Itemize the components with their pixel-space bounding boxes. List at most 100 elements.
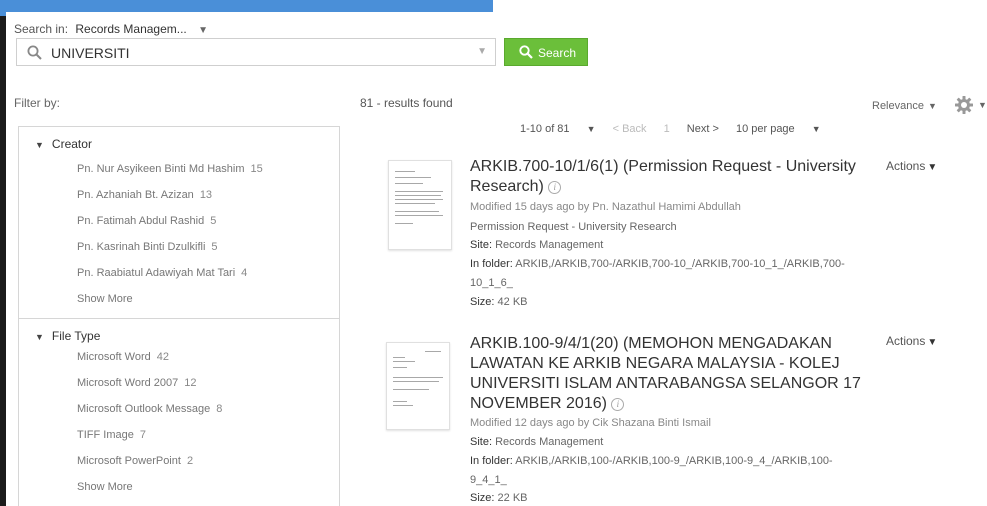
result-size: Size: 42 KB — [470, 296, 528, 308]
actions-label: Actions — [886, 159, 926, 173]
folder-path-continued[interactable]: 9_4_1_ — [470, 474, 507, 486]
facet-item[interactable]: Microsoft PowerPoint 2 — [77, 455, 193, 467]
facet-item-name: Pn. Kasrinah Binti Dzulkifli — [77, 241, 206, 253]
facet-item-count: 2 — [186, 455, 194, 467]
caret-down-icon: ▼ — [586, 124, 596, 134]
search-scope-label: Search in: — [14, 22, 69, 36]
folder-path[interactable]: ARKIB,/ARKIB,100-/ARKIB,100-9_/ARKIB,100… — [515, 455, 832, 467]
facet-creator-header[interactable]: ▼ Creator — [35, 137, 92, 151]
result-site: Site: Records Management — [470, 436, 603, 448]
site-link[interactable]: Records Management — [495, 436, 603, 448]
facet-item-name: TIFF Image — [77, 429, 134, 441]
facet-item-name: Microsoft Outlook Message — [77, 403, 211, 415]
caret-down-icon[interactable]: ▼ — [198, 25, 208, 36]
pagination-range-label: 1-10 of 81 — [520, 123, 570, 135]
facet-item[interactable]: Pn. Raabiatul Adawiyah Mat Tari 4 — [77, 267, 247, 279]
folder-path-continued[interactable]: 10_1_6_ — [470, 277, 513, 289]
caret-down-icon: ▼ — [811, 124, 821, 134]
site-label: Site: — [470, 239, 493, 251]
search-icon — [27, 45, 42, 65]
triangle-down-icon: ▼ — [35, 140, 44, 150]
size-value: 42 KB — [497, 296, 528, 308]
triangle-down-icon: ▼ — [35, 332, 44, 342]
caret-down-icon: ▼ — [927, 101, 937, 111]
folder-label: In folder: — [470, 258, 513, 270]
triangle-down-icon: ▼ — [927, 337, 938, 348]
facet-creator: ▼ Creator Pn. Nur Asyikeen Binti Md Hashi… — [18, 126, 340, 318]
facet-item-count: 8 — [216, 403, 223, 415]
show-more-link[interactable]: Show More — [77, 293, 133, 305]
result-title[interactable]: ARKIB.700-10/1/6(1) (Permission Request … — [470, 157, 880, 197]
facet-item[interactable]: Pn. Kasrinah Binti Dzulkifli 5 — [77, 241, 218, 253]
facet-item-count: 5 — [211, 241, 218, 253]
facet-item[interactable]: Pn. Nur Asyikeen Binti Md Hashim 15 — [77, 163, 263, 175]
size-label: Size: — [470, 492, 495, 504]
caret-down-icon[interactable]: ▼ — [978, 100, 987, 110]
filter-by-label: Filter by: — [14, 96, 61, 110]
triangle-down-icon: ▼ — [927, 162, 938, 173]
facet-item-name: Microsoft Word 2007 — [77, 377, 179, 389]
search-input[interactable] — [49, 42, 453, 64]
facet-file-type: ▼ File Type Microsoft Word 42 Microsoft Wo… — [18, 318, 340, 506]
per-page-select[interactable]: 10 per page ▼ — [736, 123, 821, 135]
result-modified: Modified 15 days ago by Pn. Nazathul Ham… — [470, 201, 741, 213]
info-icon[interactable]: i — [611, 398, 625, 411]
pagination: 1-10 of 81 ▼ < Back 1 Next > 10 per page… — [520, 123, 835, 135]
back-button[interactable]: < Back — [613, 123, 647, 135]
show-more-link[interactable]: Show More — [77, 481, 133, 493]
actions-menu[interactable]: Actions ▼ — [886, 334, 937, 348]
facet-item-count: 7 — [139, 429, 146, 441]
folder-path[interactable]: ARKIB,/ARKIB,700-/ARKIB,700-10_/ARKIB,70… — [515, 258, 845, 270]
facet-title: Creator — [51, 137, 92, 151]
page-number[interactable]: 1 — [664, 123, 670, 135]
facet-item[interactable]: Pn. Fatimah Abdul Rashid 5 — [77, 215, 216, 227]
facet-item-name: Microsoft PowerPoint — [77, 455, 181, 467]
search-icon — [519, 45, 533, 62]
results-count: 81 - results found — [360, 96, 453, 110]
facet-title: File Type — [51, 329, 101, 343]
pagination-range[interactable]: 1-10 of 81 ▼ — [520, 123, 596, 135]
facet-item-name: Pn. Fatimah Abdul Rashid — [77, 215, 205, 227]
sort-label: Relevance — [872, 100, 924, 112]
actions-menu[interactable]: Actions ▼ — [886, 159, 937, 173]
info-icon[interactable]: i — [548, 181, 562, 194]
facet-item-count: 5 — [210, 215, 217, 227]
result-thumbnail[interactable] — [386, 342, 450, 430]
facet-item-name: Microsoft Word — [77, 351, 151, 363]
search-scope-select[interactable]: Records Managem... — [75, 22, 186, 36]
facet-item[interactable]: Microsoft Word 2007 12 — [77, 377, 197, 389]
facet-item[interactable]: Microsoft Word 42 — [77, 351, 169, 363]
gear-icon[interactable] — [954, 95, 974, 120]
site-link[interactable]: Records Management — [495, 239, 603, 251]
facet-item-count: 4 — [241, 267, 248, 279]
search-button-label: Search — [538, 46, 577, 60]
facet-item-count: 13 — [199, 189, 213, 201]
sort-select[interactable]: Relevance ▼ — [872, 100, 937, 112]
result-thumbnail[interactable] — [388, 160, 452, 250]
caret-down-icon[interactable]: ▼ — [477, 46, 487, 57]
size-label: Size: — [470, 296, 495, 308]
facet-item-count: 42 — [156, 351, 170, 363]
result-modified: Modified 12 days ago by Cik Shazana Bint… — [470, 417, 711, 429]
search-button[interactable]: Search — [504, 38, 588, 66]
site-label: Site: — [470, 436, 493, 448]
result-folder: In folder: ARKIB,/ARKIB,700-/ARKIB,700-1… — [470, 258, 845, 270]
search-field[interactable]: ▼ — [16, 38, 496, 66]
result-description: Permission Request - University Research — [470, 221, 677, 233]
facet-item[interactable]: TIFF Image 7 — [77, 429, 146, 441]
facet-item-count: 15 — [250, 163, 263, 175]
result-title[interactable]: ARKIB.100-9/4/1(20) (MEMOHON MENGADAKAN … — [470, 334, 880, 414]
facet-item[interactable]: Pn. Azhaniah Bt. Azizan 13 — [77, 189, 212, 201]
facet-item-name: Pn. Raabiatul Adawiyah Mat Tari — [77, 267, 236, 279]
facet-item-name: Pn. Nur Asyikeen Binti Md Hashim — [77, 163, 245, 175]
facet-item-name: Pn. Azhaniah Bt. Azizan — [77, 189, 194, 201]
result-site: Site: Records Management — [470, 239, 603, 251]
result-size: Size: 22 KB — [470, 492, 528, 504]
facet-item[interactable]: Microsoft Outlook Message 8 — [77, 403, 222, 415]
next-button[interactable]: Next > — [687, 123, 719, 135]
facet-file-type-header[interactable]: ▼ File Type — [35, 329, 100, 343]
result-title-text: ARKIB.700-10/1/6(1) (Permission Request … — [470, 158, 856, 195]
facet-item-count: 12 — [184, 377, 197, 389]
actions-label: Actions — [886, 334, 926, 348]
result-title-text: ARKIB.100-9/4/1(20) (MEMOHON MENGADAKAN … — [470, 335, 861, 412]
